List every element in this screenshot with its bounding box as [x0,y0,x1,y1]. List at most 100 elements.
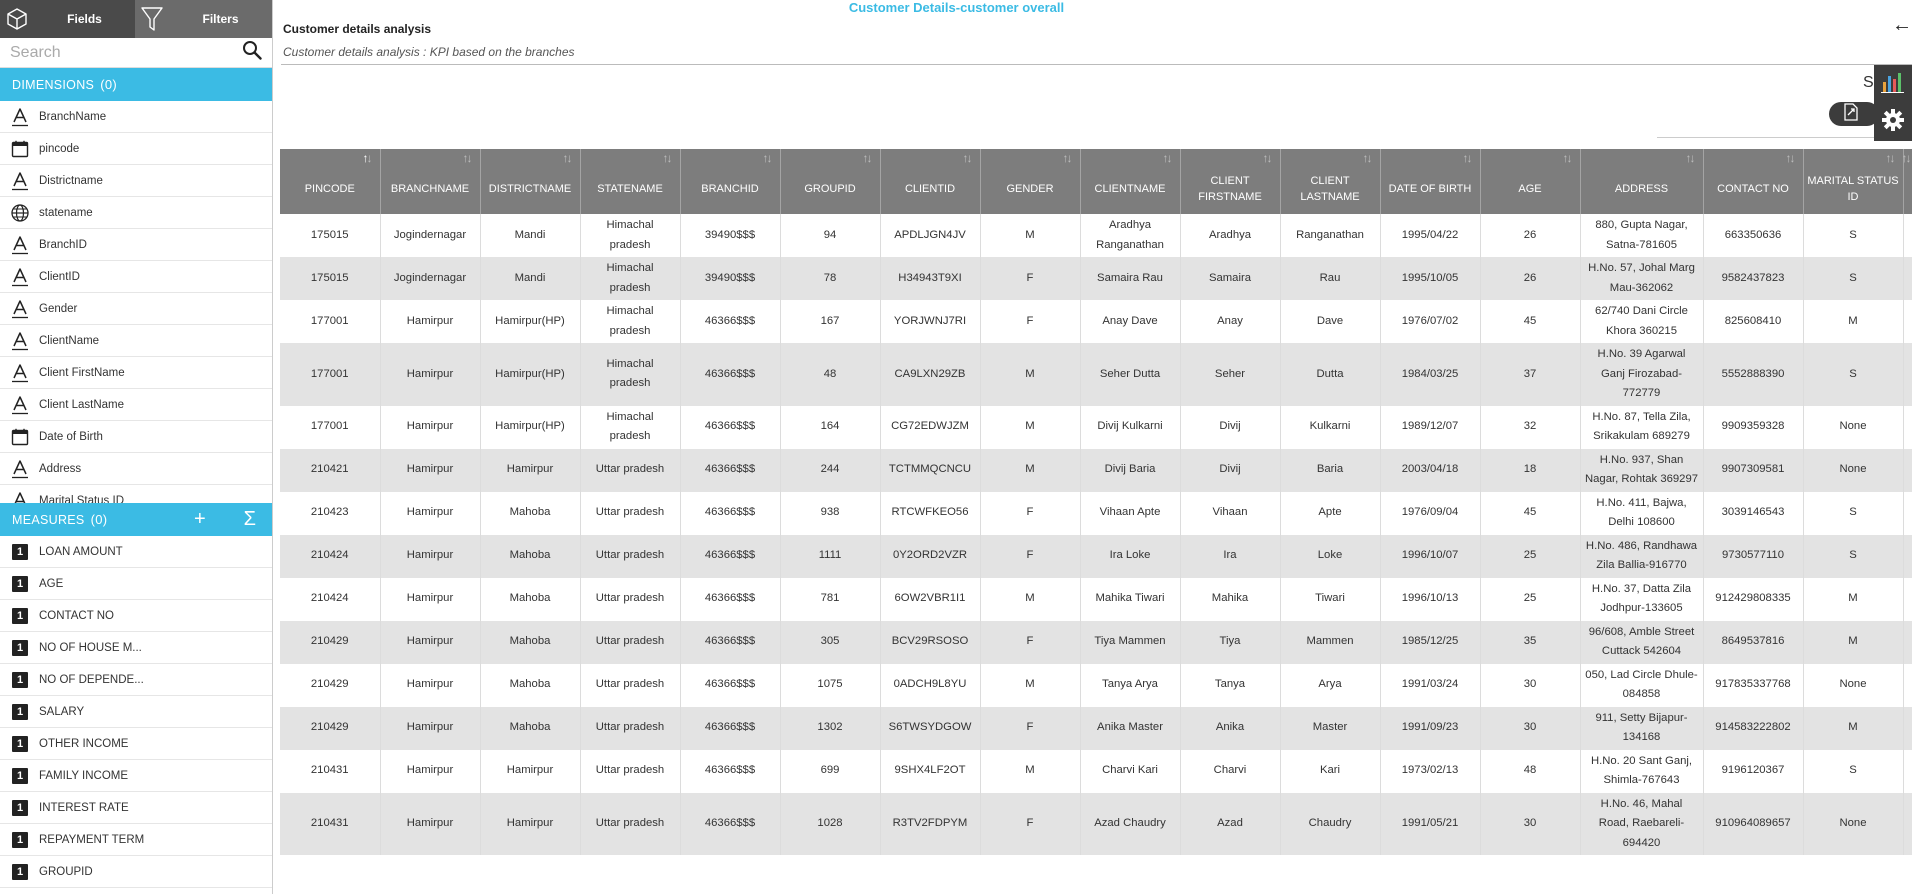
column-header[interactable]: CLIENT LASTNAME ↑↓ [1280,149,1381,214]
column-header[interactable]: PINCODE ↑↓ [280,149,381,214]
search-input[interactable] [10,43,242,62]
back-arrow-icon[interactable]: ← [1892,14,1912,37]
column-header[interactable]: MARITAL STATUS ID ↑↓ [1803,149,1904,214]
sort-arrows-icon[interactable]: ↑↓ [1686,150,1696,166]
column-header[interactable]: GENDER ↑↓ [980,149,1081,214]
table-row[interactable]: 175015 Jogindernagar Mandi Himachal pradesh… [280,214,1912,257]
settings-button[interactable] [1874,103,1912,141]
customer-table: PINCODE ↑↓ BRANCHNAME ↑↓ DISTRICTNAME ↑↓ STATE… [280,149,1912,855]
column-header[interactable]: ADDRESS ↑↓ [1580,149,1704,214]
data-table-container[interactable]: PINCODE ↑↓ BRANCHNAME ↑↓ DISTRICTNAME ↑↓ STATE… [280,149,1912,894]
sort-arrows-icon[interactable]: ↑↓ [1902,150,1912,166]
sort-arrows-icon[interactable]: ↑↓ [1263,150,1273,166]
sort-arrows-icon[interactable]: ↑↓ [863,150,873,166]
sort-arrows-icon[interactable]: ↑↓ [563,150,573,166]
field-item[interactable]: Districtname [0,165,272,197]
table-cell: Divij [1180,405,1281,449]
sort-arrows-icon[interactable]: ↑↓ [1063,150,1073,166]
field-item[interactable]: statename [0,197,272,229]
field-item[interactable]: Client FirstName [0,357,272,389]
field-label: BranchName [39,110,107,123]
field-item[interactable]: Client LastName [0,389,272,421]
funnel-icon[interactable] [135,0,169,38]
sort-arrows-icon[interactable]: ↑↓ [1163,150,1173,166]
column-header[interactable]: STATENAME ↑↓ [580,149,681,214]
text-a-icon [10,395,30,415]
fields-tab[interactable]: Fields [34,0,135,38]
chart-view-button[interactable] [1874,65,1912,103]
sigma-icon[interactable]: Σ [240,508,260,531]
table-row[interactable]: 175015 Jogindernagar Mandi Himachal pradesh… [280,257,1912,300]
table-cell: 177001 [280,405,381,449]
field-item[interactable]: 1 LOAN AMOUNT [0,536,272,568]
sort-arrows-icon[interactable]: ↑↓ [1363,150,1373,166]
sort-arrows-icon[interactable]: ↑↓ [763,150,773,166]
filters-tab[interactable]: Filters [169,0,272,38]
table-row[interactable]: 210429 Hamirpur Mahoba Uttar pradesh 46366$$… [280,620,1912,664]
sort-arrows-icon[interactable]: ↑↓ [663,150,673,166]
table-row[interactable]: 210431 Hamirpur Hamirpur Uttar pradesh 46366… [280,792,1912,855]
add-measure-icon[interactable]: + [190,508,210,531]
field-item[interactable]: 1 SALARY [0,696,272,728]
field-item[interactable]: 1 INTEREST RATE [0,792,272,824]
field-item[interactable]: 1 OTHER INCOME [0,728,272,760]
sort-arrows-icon[interactable]: ↑↓ [463,150,473,166]
table-row[interactable]: 210421 Hamirpur Hamirpur Uttar pradesh 46366… [280,448,1912,492]
column-header[interactable]: BRANCHID ↑↓ [680,149,781,214]
field-item[interactable]: 1 REPAYMENT TERM [0,824,272,856]
table-row[interactable]: 177001 Hamirpur Hamirpur(HP) Himachal prade… [280,300,1912,343]
table-row[interactable]: 210431 Hamirpur Hamirpur Uttar pradesh 46366… [280,749,1912,793]
field-item[interactable]: Marital Status ID [0,485,272,503]
field-item[interactable]: 1 FAMILY INCOME [0,760,272,792]
table-cell: Himachal pradesh [580,214,681,257]
column-header[interactable]: CLIENTID ↑↓ [880,149,981,214]
table-row[interactable]: 210424 Hamirpur Mahoba Uttar pradesh 46366$$… [280,534,1912,578]
table-row[interactable]: 210429 Hamirpur Mahoba Uttar pradesh 46366$$… [280,706,1912,750]
table-cell: H.No. 57, Johal Marg Mau-362062 [1580,257,1704,300]
search-icon[interactable] [242,40,262,65]
column-header[interactable]: CLIENTNAME ↑↓ [1080,149,1181,214]
column-header[interactable]: ↑↓ [1902,149,1912,214]
table-row[interactable]: 210423 Hamirpur Mahoba Uttar pradesh 46366$$… [280,491,1912,535]
field-item[interactable]: 1 NO OF DEPENDE... [0,664,272,696]
table-cell: 781 [780,577,881,621]
field-item[interactable]: 1 CONTACT NO [0,600,272,632]
sort-arrows-icon[interactable]: ↑↓ [1563,150,1573,166]
table-cell: Himachal pradesh [580,257,681,300]
field-item[interactable]: ClientID [0,261,272,293]
column-header[interactable]: BRANCHNAME ↑↓ [380,149,481,214]
table-row[interactable]: 210424 Hamirpur Mahoba Uttar pradesh 46366$$… [280,577,1912,621]
sort-arrows-icon[interactable]: ↑↓ [1463,150,1473,166]
table-cell: Vihaan Apte [1080,491,1181,535]
field-item[interactable]: ClientName [0,325,272,357]
field-item[interactable]: Gender [0,293,272,325]
field-item[interactable]: 1 AGE [0,568,272,600]
field-item[interactable]: Address [0,453,272,485]
column-header[interactable]: CONTACT NO ↑↓ [1703,149,1804,214]
sort-arrows-icon[interactable]: ↑↓ [363,150,373,166]
sort-arrows-icon[interactable]: ↑↓ [963,150,973,166]
sort-arrows-icon[interactable]: ↑↓ [1786,150,1796,166]
field-item[interactable]: pincode [0,133,272,165]
column-header[interactable]: DISTRICTNAME ↑↓ [480,149,581,214]
column-header[interactable]: GROUPID ↑↓ [780,149,881,214]
sort-arrows-icon[interactable]: ↑↓ [1886,150,1896,166]
table-row[interactable]: 177001 Hamirpur Hamirpur(HP) Himachal prade… [280,343,1912,406]
column-header[interactable]: AGE ↑↓ [1480,149,1581,214]
field-item[interactable]: BranchName [0,101,272,133]
export-button[interactable] [1829,102,1879,126]
column-header[interactable]: DATE OF BIRTH ↑↓ [1380,149,1481,214]
column-header[interactable]: CLIENT FIRSTNAME ↑↓ [1180,149,1281,214]
field-item[interactable]: 1 NO OF HOUSE M... [0,632,272,664]
table-cell: Ira [1180,534,1281,578]
table-row[interactable]: 210429 Hamirpur Mahoba Uttar pradesh 46366$$… [280,663,1912,707]
table-cell: 46366$$$ [680,534,781,578]
cube-icon[interactable] [0,0,34,38]
field-item[interactable]: 1 GROUPID [0,856,272,888]
table-cell: Mahoba [480,491,581,535]
table-cell: 32 [1480,405,1581,449]
field-item[interactable]: Date of Birth [0,421,272,453]
calendar-icon [10,139,30,159]
table-row[interactable]: 177001 Hamirpur Hamirpur(HP) Himachal prade… [280,405,1912,449]
field-item[interactable]: BranchID [0,229,272,261]
